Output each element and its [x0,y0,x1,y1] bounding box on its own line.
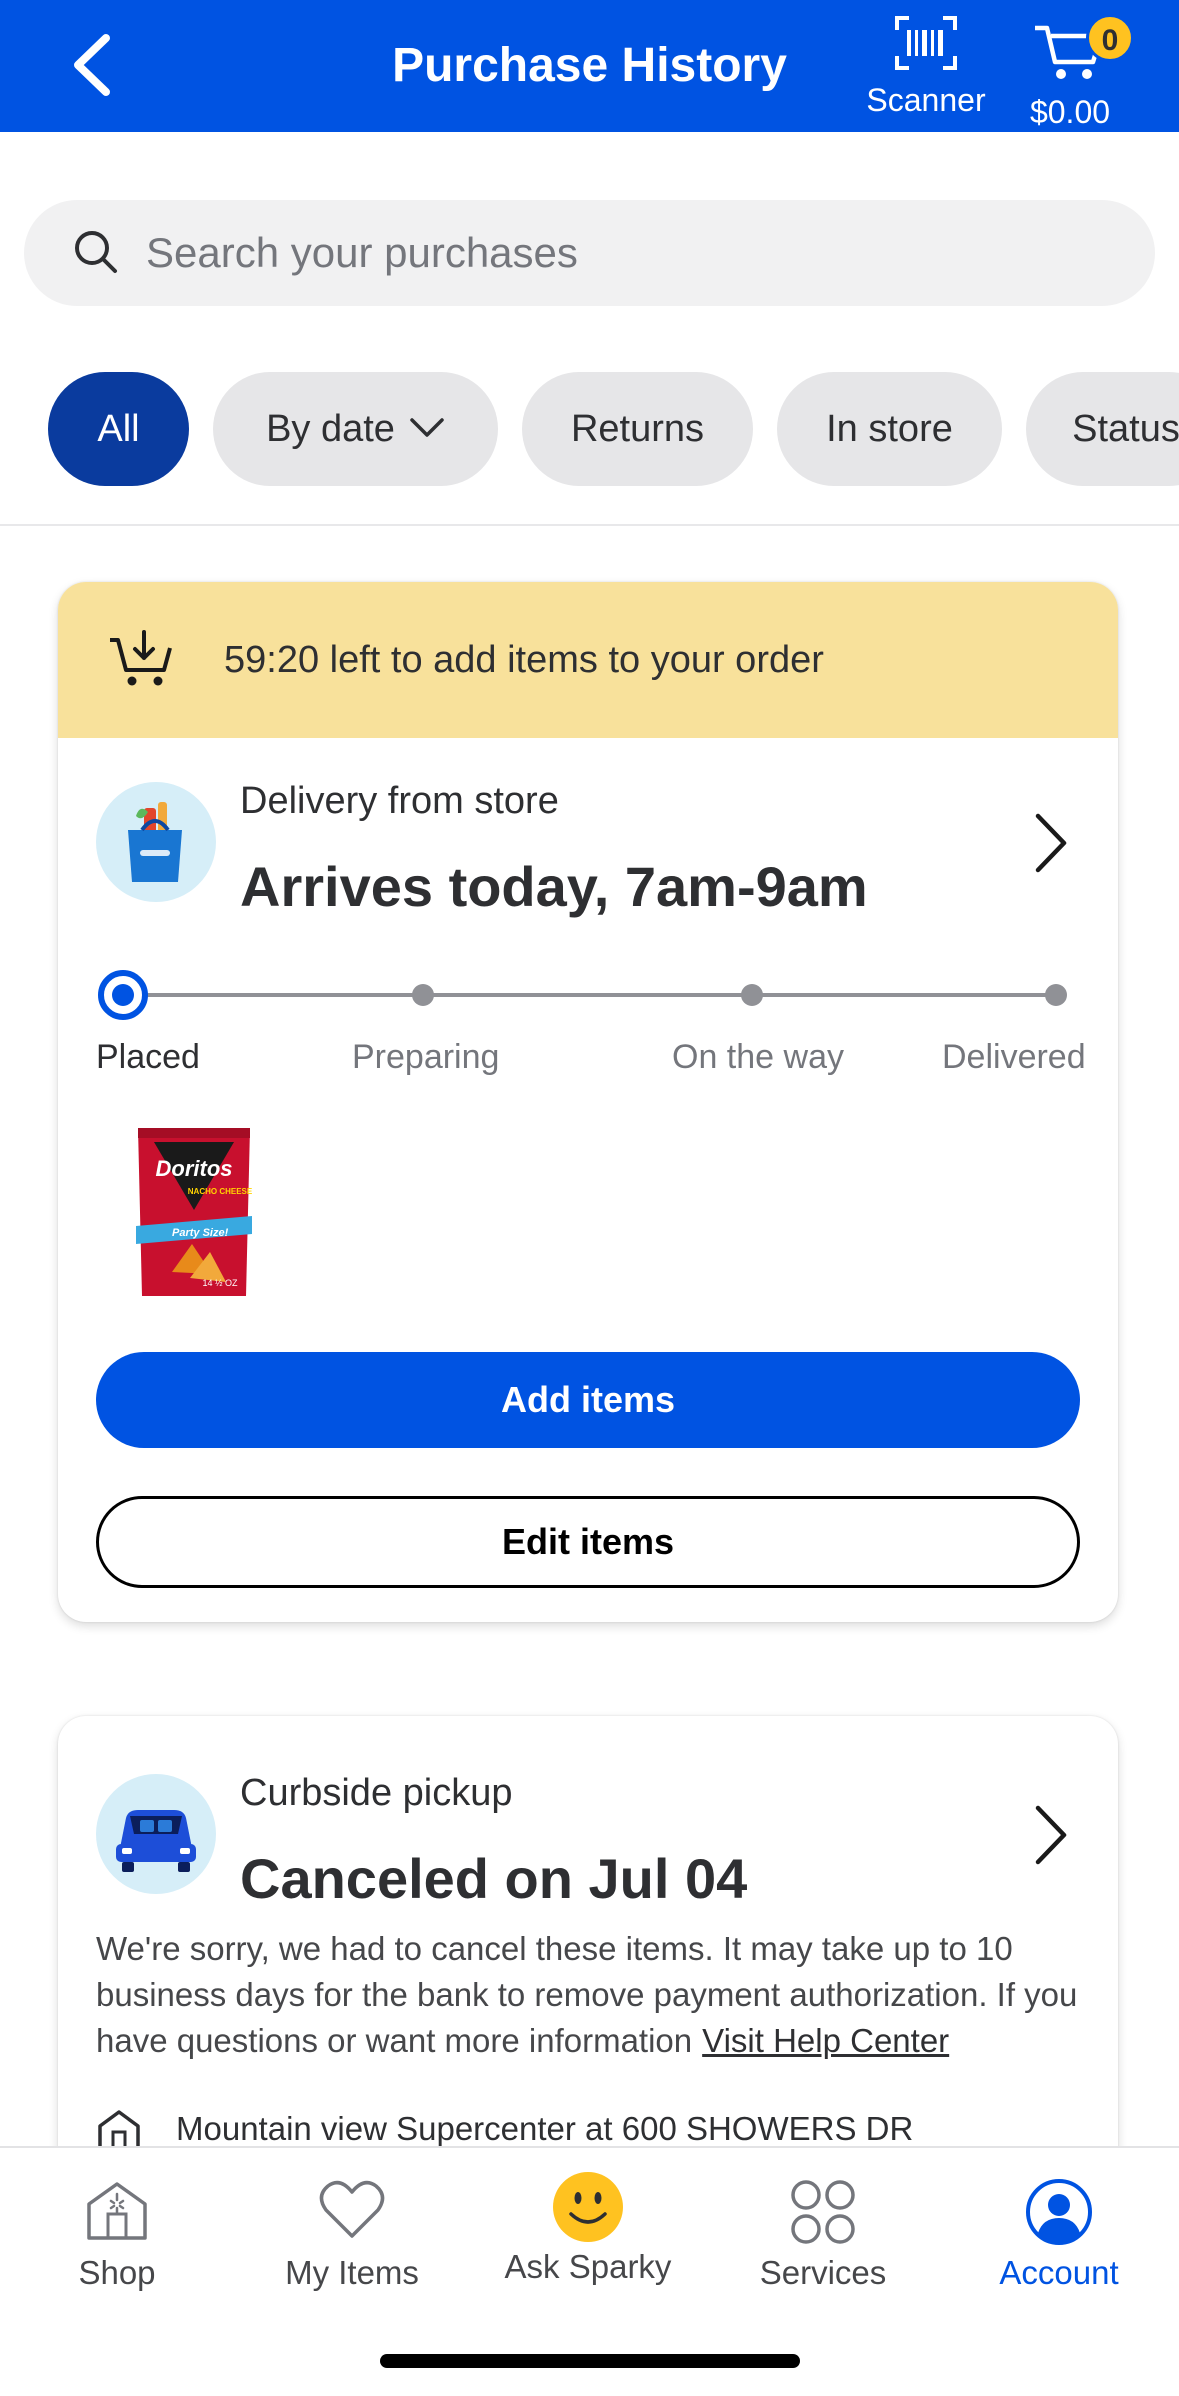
help-center-link[interactable]: Visit Help Center [702,2022,949,2059]
grocery-bag-icon [96,782,216,902]
filter-chip-in-store[interactable]: In store [777,372,1002,486]
filter-chip-status[interactable]: Status [1026,372,1179,486]
order-type: Delivery from store [240,780,559,822]
filter-chip-label: All [97,408,140,450]
add-items-button[interactable]: Add items [96,1352,1080,1448]
product-size-text: Party Size! [172,1227,229,1239]
scanner-label: Scanner [866,82,986,118]
order-status: Canceled on Jul 04 [240,1847,748,1910]
cart-total: $0.00 [1029,94,1111,130]
edit-items-button[interactable]: Edit items [96,1496,1080,1588]
search-icon [75,231,117,273]
search-bar[interactable] [24,200,1155,306]
product-thumbnail[interactable]: Doritos NACHO CHEESE Party Size! 14 ½ OZ [132,1122,256,1307]
filter-chips: All By date Returns In store Status [0,372,1179,488]
product-brand-text: Doritos [156,1156,233,1181]
tab-services[interactable]: Services [723,2178,923,2292]
tab-ask-sparky[interactable]: Ask Sparky [488,2172,688,2286]
progress-step-label: Delivered [942,1038,1086,1076]
progress-step-on-the-way-marker [741,984,763,1006]
page-title: Purchase History [392,39,787,92]
progress-track [122,993,1056,997]
store-name: Mountain view Supercenter at 600 SHOWERS… [176,2110,914,2147]
progress-step-placed-marker [98,970,148,1020]
order-card-delivery: 59:20 left to add items to your order De… [58,582,1118,1622]
tab-shop[interactable]: Shop [17,2178,217,2292]
sparky-smiley-icon [553,2172,623,2242]
tab-label: Ask Sparky [504,2248,672,2285]
filter-chip-by-date[interactable]: By date [213,372,498,486]
barcode-scanner-icon [895,16,957,70]
order-type: Curbside pickup [240,1772,513,1814]
car-pickup-icon [96,1774,216,1894]
app-header: Purchase History Scanner $0.00 0 [0,0,1179,132]
order-details-button[interactable] [1028,1800,1072,1870]
cart-count-badge: 0 [1086,14,1134,62]
scanner-button[interactable]: Scanner [858,14,994,119]
order-status: Arrives today, 7am-9am [240,855,868,918]
order-details-button[interactable] [1028,808,1072,878]
filter-chip-label: In store [826,408,953,450]
filter-chip-returns[interactable]: Returns [522,372,753,486]
heart-icon [319,2180,385,2238]
tab-account[interactable]: Account [959,2178,1159,2292]
tab-label: Account [999,2254,1119,2291]
services-grid-icon [791,2180,855,2244]
tab-label: Shop [78,2254,156,2291]
chevron-down-icon [410,418,444,437]
progress-step-delivered-marker [1045,984,1067,1006]
chevron-right-icon [1035,813,1067,873]
home-indicator [380,2354,800,2368]
filter-chip-all[interactable]: All [48,372,189,486]
tab-my-items[interactable]: My Items [252,2178,452,2292]
tab-label: Services [759,2254,887,2291]
filter-chip-label: Returns [570,408,705,450]
filter-chip-label: By date [266,408,395,450]
tab-label: My Items [285,2254,419,2291]
add-items-timer-banner: 59:20 left to add items to your order [58,582,1118,738]
progress-step-label: Placed [96,1038,200,1076]
cart-button[interactable]: $0.00 0 [1020,14,1134,131]
account-icon [1026,2179,1092,2245]
timer-text: 59:20 left to add items to your order [224,639,824,681]
chevron-right-icon [1035,1805,1067,1865]
store-icon [87,2182,147,2240]
product-weight-text: 14 ½ OZ [202,1278,238,1288]
product-flavor-text: NACHO CHEESE [188,1187,253,1196]
progress-step-label: Preparing [352,1038,500,1076]
search-input[interactable] [146,200,1046,306]
progress-step-label: On the way [672,1038,844,1076]
cart-add-icon [110,630,172,686]
progress-step-preparing-marker [412,984,434,1006]
cancel-message: We're sorry, we had to cancel these item… [96,1926,1086,2064]
filter-chip-label: Status [1072,408,1179,450]
divider [0,524,1179,526]
